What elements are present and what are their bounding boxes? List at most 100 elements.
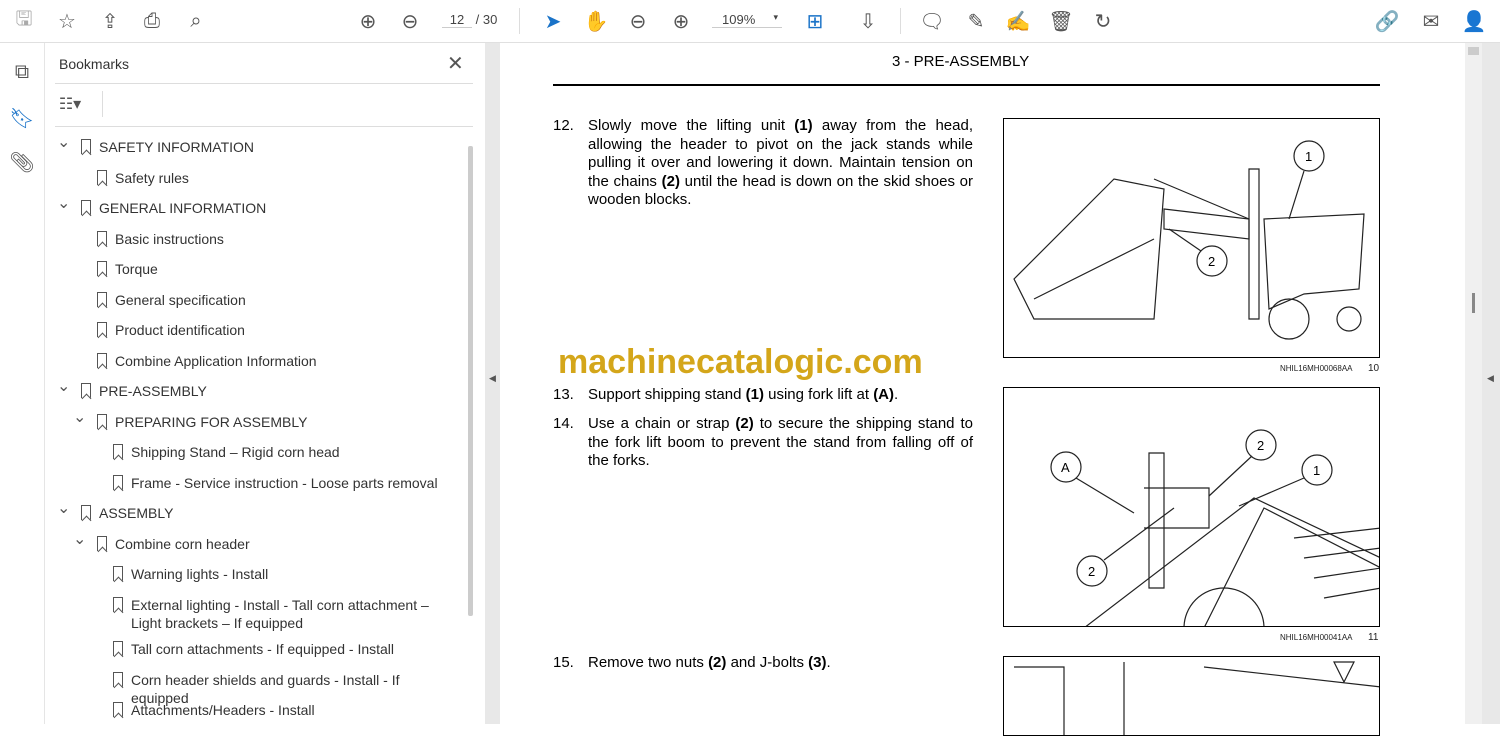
left-rail: ⧉ 🔖︎ 📎︎ [0,43,45,724]
bookmark-item[interactable]: Frame - Service instruction - Loose part… [113,474,455,496]
chevron-down-icon[interactable]: ⌄ [73,409,86,427]
rotate-icon[interactable]: ↻ [1090,8,1116,34]
figure-number: 11 [1368,632,1379,643]
attachment-icon[interactable]: 📎︎ [9,149,35,175]
callout-1: 1 [1313,463,1320,478]
bookmark-item[interactable]: Shipping Stand – Rigid corn head [113,443,455,465]
bookmark-item[interactable]: ⌄ ASSEMBLY [57,500,455,526]
scroll-thumb[interactable] [1472,293,1475,313]
divider [55,83,473,84]
bookmark-label: PRE-ASSEMBLY [99,383,207,399]
bookmark-item[interactable]: External lighting - Install - Tall corn … [113,596,455,631]
chevron-down-icon[interactable]: ⌄ [73,531,86,549]
fit-page-icon[interactable]: ⊞ [802,8,828,34]
scroll-up-button[interactable] [1468,47,1479,55]
zoom-out-icon[interactable]: ⊖ [625,8,651,34]
sign-icon[interactable]: ✍ [1005,8,1031,34]
bookmark-icon [97,352,107,368]
zoom-in-icon[interactable]: ⊕ [668,8,694,34]
bookmark-icon [113,702,123,717]
select-cursor-icon[interactable]: ➤ [540,8,566,34]
bookmark-options-icon[interactable]: ☷▾ [57,91,83,117]
chevron-down-icon[interactable]: ⌄ [57,134,70,152]
bookmark-panel-icon[interactable]: 🔖︎ [9,105,35,131]
email-icon[interactable]: ✉ [1418,8,1444,34]
divider [102,91,103,117]
chevron-down-icon[interactable]: ⌄ [57,195,70,213]
figure-j-bolts [1003,656,1380,736]
callout-2: 2 [1088,564,1095,579]
panel-splitter[interactable]: ◀ [485,43,500,724]
bookmark-item[interactable]: ⌄ PREPARING FOR ASSEMBLY [73,409,455,435]
panel-scrollbar[interactable] [468,146,473,616]
expand-panel-icon[interactable]: ◀ [1487,373,1494,384]
add-user-icon[interactable]: 👤 [1461,8,1487,34]
bookmark-item[interactable]: Combine Application Information [97,352,455,374]
bookmark-item[interactable]: ⌄ GENERAL INFORMATION [57,195,455,221]
bookmark-item[interactable]: Attachments/Headers - Install [113,701,455,723]
bookmark-icon [97,230,107,246]
document-scrollbar[interactable] [1465,43,1482,724]
toolbar: 🖫 ☆ ⇪ ⎙ ⌕ ⊕︎ ⊖︎ 12 / 30 ➤ ✋ ⊖ ⊕ 109% ▾ ⊞ … [0,0,1500,43]
share-link-icon[interactable]: 🔗 [1374,8,1400,34]
close-icon[interactable]: ✕ [447,51,464,76]
next-page-icon[interactable]: ⊖︎ [397,8,423,34]
step-text: Remove two nuts (2) and J-bolts (3). [588,654,831,671]
figure-code: NHIL16MH00068AA [1280,364,1353,373]
bookmark-item[interactable]: Basic instructions [97,230,455,252]
star-icon[interactable]: ☆ [54,8,80,34]
bookmark-icon [97,169,107,185]
figure-shipping-stand-support: A 2 1 2 [1003,387,1380,627]
bookmark-label: ASSEMBLY [99,505,174,521]
bookmark-item[interactable]: Corn header shields and guards - Install… [113,671,455,706]
bookmark-item[interactable]: General specification [97,291,455,313]
highlight-icon[interactable]: ✎ [963,8,989,34]
bookmark-icon [113,671,123,687]
scroll-mode-icon[interactable]: ⇩ [855,8,881,34]
divider [519,8,520,34]
bookmark-item[interactable]: Warning lights - Install [113,565,455,587]
bookmark-item[interactable]: ⌄ Combine corn header [73,531,455,557]
cloud-upload-icon[interactable]: ⇪ [97,8,123,34]
step-number: 14. [553,415,574,432]
bookmark-label: Product identification [115,322,245,338]
bookmark-item[interactable]: ⌄ SAFETY INFORMATION [57,134,455,160]
collapse-panel-icon[interactable]: ◀ [489,373,496,384]
step-number: 13. [553,386,574,403]
step-12: 12. Slowly move the lifting unit (1) away… [553,117,973,210]
bookmark-icon [97,261,107,276]
page-number-input[interactable]: 12 [442,12,472,28]
zoom-value: 109% [722,12,756,27]
bookmark-label: Combine corn header [115,535,250,552]
bookmark-label: Combine Application Information [115,352,317,369]
document-page: 3 - PRE-ASSEMBLY 12. Slowly move the lift… [500,43,1465,736]
divider [900,8,901,34]
save-icon[interactable]: 🖫 [11,8,37,34]
hand-tool-icon[interactable]: ✋ [583,8,609,34]
bookmark-item[interactable]: Product identification [97,321,455,343]
print-icon[interactable]: ⎙ [139,8,165,34]
delete-icon[interactable]: 🗑 [1048,8,1074,34]
step-15: 15. Remove two nuts (2) and J-bolts (3). [553,654,973,673]
bookmark-icon [97,291,107,307]
zoom-select[interactable]: 109% ▾ [712,12,782,28]
bookmark-icon [81,139,91,154]
figure-number: 10 [1368,363,1380,374]
bookmark-item[interactable]: ⌄ PRE-ASSEMBLY [57,378,455,404]
previous-page-icon[interactable]: ⊕︎ [355,8,381,34]
right-panel-toggle[interactable]: ◀ [1482,43,1500,724]
chevron-down-icon[interactable]: ⌄ [57,378,70,396]
search-icon[interactable]: ⌕ [183,8,209,34]
chevron-down-icon[interactable]: ⌄ [57,500,70,518]
header-rule [553,84,1380,86]
comment-icon[interactable]: 🗨 [919,8,945,34]
bookmark-label: SAFETY INFORMATION [99,139,255,155]
bookmark-item[interactable]: Tall corn attachments - If equipped - In… [113,640,455,662]
callout-A: A [1061,460,1070,475]
panel-title: Bookmarks [59,56,130,72]
bookmark-label: Tall corn attachments - If equipped - In… [131,641,395,657]
pages-thumbnail-icon[interactable]: ⧉ [9,59,35,85]
bookmark-item[interactable]: Torque [97,260,455,282]
bookmark-item[interactable]: Safety rules [97,169,455,191]
page-total: / 30 [475,12,498,27]
